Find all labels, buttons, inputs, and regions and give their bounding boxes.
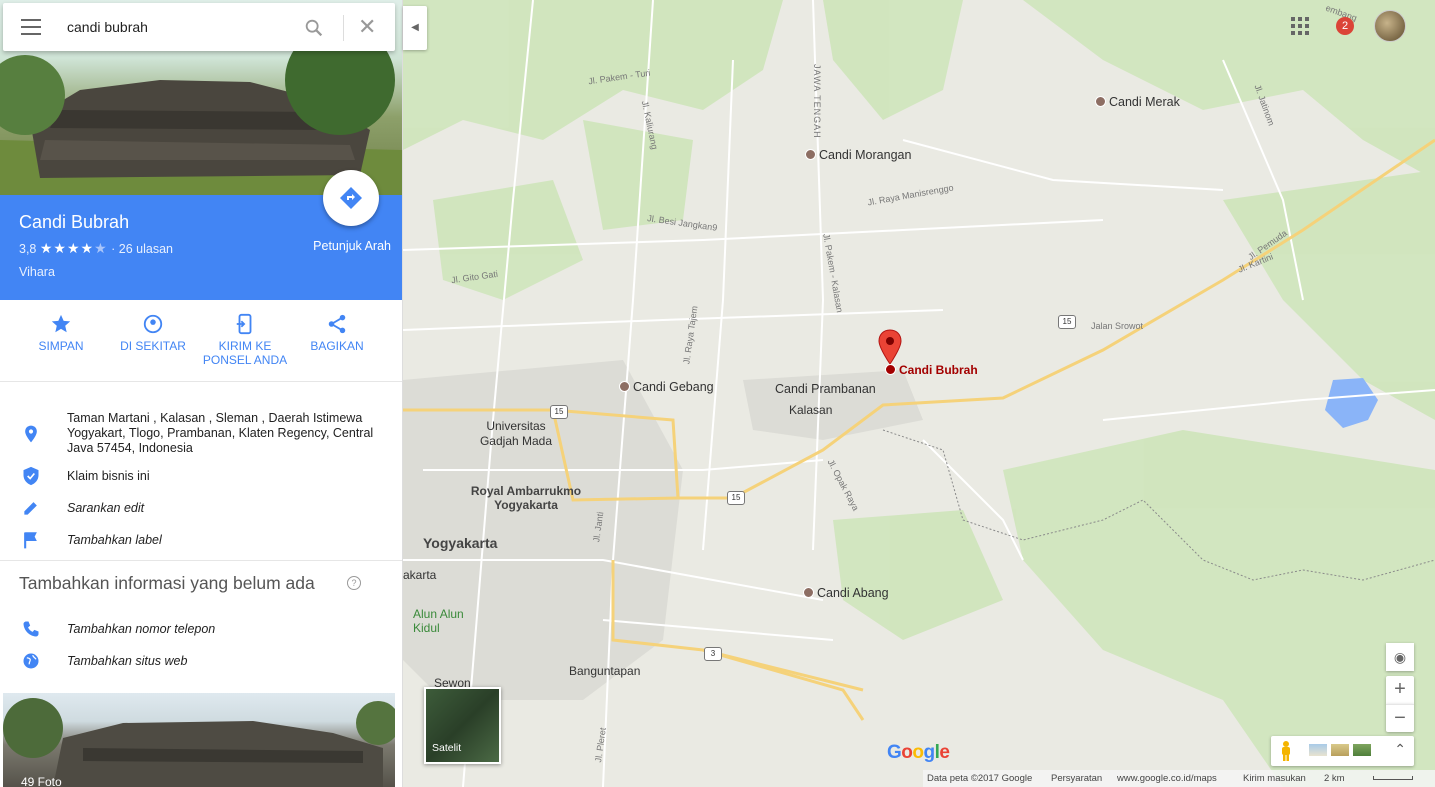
route-shield-15: 15: [727, 491, 745, 505]
directions-label[interactable]: Petunjuk Arah: [313, 239, 391, 253]
map-footer: Data peta ©2017 Google Persyaratan www.g…: [923, 770, 1435, 787]
directions-icon: [340, 187, 362, 209]
map-label-alun-alun[interactable]: Alun Alun Kidul: [413, 607, 469, 635]
collapse-panel-button[interactable]: ◀: [403, 6, 427, 50]
share-button[interactable]: BAGIKAN: [291, 313, 383, 353]
satellite-toggle[interactable]: Satelit: [424, 687, 501, 764]
route-shield-15: 15: [550, 405, 568, 419]
feedback-link[interactable]: Kirim masukan: [1243, 773, 1306, 784]
plus-icon: +: [1394, 678, 1406, 700]
claim-business-text: Klaim bisnis ini: [67, 469, 150, 483]
place-hero-photo[interactable]: candi bubrah ✕: [0, 0, 402, 195]
pencil-icon: [24, 502, 37, 515]
suggest-edit-text: Sarankan edit: [67, 501, 145, 515]
map-label-banguntapan: Banguntapan: [569, 664, 641, 678]
photo-layer-thumb[interactable]: [1353, 744, 1371, 756]
scale-label[interactable]: 2 km: [1324, 773, 1345, 784]
photo-count: 49 Foto: [21, 775, 62, 787]
place-panel: candi bubrah ✕ Candi Bubrah 3,8 ★★★★★ · …: [0, 0, 403, 787]
add-missing-heading: Tambahkan informasi yang belum ada: [19, 573, 315, 593]
star-icon: [51, 314, 71, 333]
location-pin-icon: [25, 425, 37, 443]
map-label-karta: akarta: [403, 568, 437, 582]
nearby-button[interactable]: DI SEKITAR: [107, 313, 199, 353]
flag-icon: [24, 532, 37, 549]
map-data-credit: Data peta ©2017 Google: [927, 773, 1033, 784]
place-category[interactable]: Vihara: [19, 265, 55, 279]
terms-link[interactable]: Persyaratan: [1051, 773, 1102, 784]
close-icon[interactable]: ✕: [358, 15, 376, 39]
apps-grid-icon[interactable]: [1291, 17, 1309, 35]
send-to-phone-icon: [236, 313, 252, 335]
google-logo: Google: [887, 742, 950, 763]
map-label-candi-morangan[interactable]: Candi Morangan: [805, 148, 911, 162]
map-label-yogyakarta: Yogyakarta: [423, 535, 498, 551]
globe-icon: [23, 653, 39, 669]
route-shield-15: 15: [1058, 315, 1076, 329]
map-label-candi-merak[interactable]: Candi Merak: [1095, 95, 1180, 109]
add-phone-text: Tambahkan nomor telepon: [67, 622, 216, 636]
minus-icon: −: [1394, 707, 1406, 729]
route-shield-3: 3: [704, 647, 722, 661]
scale-bar: [1373, 776, 1413, 780]
terrain-layer-thumb[interactable]: [1331, 744, 1349, 756]
map-label-candi-bubrah[interactable]: Candi Bubrah: [885, 363, 978, 377]
address-text: Taman Martani , Kalasan , Sleman , Daera…: [67, 411, 374, 455]
maps-app: Candi Merak Candi Morangan Candi Gebang …: [0, 0, 1435, 787]
star-rating-icon: ★★★★★: [39, 240, 108, 256]
add-website-text: Tambahkan situs web: [67, 654, 188, 668]
map-canvas[interactable]: Candi Merak Candi Morangan Candi Gebang …: [403, 0, 1435, 787]
add-label-text: Tambahkan label: [67, 533, 162, 547]
search-box: candi bubrah ✕: [3, 3, 395, 51]
review-count[interactable]: 26 ulasan: [119, 242, 173, 256]
traffic-layer-thumb[interactable]: [1309, 744, 1327, 756]
rating-row[interactable]: 3,8 ★★★★★ · 26 ulasan: [19, 240, 173, 257]
share-icon: [328, 314, 346, 334]
rating-value: 3,8: [19, 242, 37, 256]
search-divider: [343, 15, 344, 41]
directions-button[interactable]: [323, 170, 379, 226]
help-icon[interactable]: ?: [347, 576, 361, 590]
send-to-phone-button[interactable]: KIRIM KE PONSEL ANDA: [199, 313, 291, 367]
satellite-label: Satelit: [432, 742, 462, 754]
map-label-jawa-tengah: JAWA TENGAH: [812, 64, 822, 139]
photos-thumbnail[interactable]: 49 Foto: [3, 693, 395, 787]
search-icon[interactable]: [303, 17, 325, 39]
hamburger-menu-icon[interactable]: [21, 19, 41, 35]
zoom-out-button[interactable]: −: [1386, 704, 1414, 732]
save-button[interactable]: SIMPAN: [15, 313, 107, 353]
map-label-kalasan: Kalasan: [789, 403, 833, 417]
map-label-candi-prambanan[interactable]: Candi Prambanan: [775, 382, 876, 396]
phone-icon: [23, 621, 39, 637]
verified-shield-icon: [23, 466, 39, 486]
map-label-candi-gebang[interactable]: Candi Gebang: [619, 380, 714, 394]
notifications-badge[interactable]: 2: [1336, 17, 1354, 35]
map-label-ugm[interactable]: Universitas Gadjah Mada: [471, 419, 561, 449]
action-bar: SIMPAN DI SEKITAR KIRIM KE PONSEL ANDA B…: [0, 300, 402, 382]
layers-bar: ⌃: [1271, 736, 1414, 766]
map-base-graphics: [403, 0, 1435, 787]
place-title: Candi Bubrah: [19, 212, 130, 232]
map-label-jalan-srowot: Jalan Srowot: [1091, 321, 1144, 331]
my-location-button[interactable]: ◉: [1386, 643, 1414, 671]
pegman-icon[interactable]: [1279, 741, 1293, 761]
map-label-royal[interactable]: Royal Ambarrukmo Yogyakarta: [461, 484, 591, 512]
maps-url-link[interactable]: www.google.co.id/maps: [1117, 773, 1217, 784]
add-missing-info-section: Tambahkan informasi yang belum ada ?: [0, 560, 402, 593]
nearby-icon: [143, 314, 163, 334]
map-label-candi-abang[interactable]: Candi Abang: [803, 586, 889, 600]
my-location-icon: ◉: [1393, 649, 1407, 665]
zoom-in-button[interactable]: +: [1386, 676, 1414, 704]
account-avatar[interactable]: [1374, 10, 1406, 42]
search-input[interactable]: candi bubrah: [67, 19, 148, 35]
photo-graphics: [3, 698, 395, 787]
expand-chevron-icon[interactable]: ⌃: [1394, 741, 1406, 758]
map-pin: [878, 329, 902, 365]
